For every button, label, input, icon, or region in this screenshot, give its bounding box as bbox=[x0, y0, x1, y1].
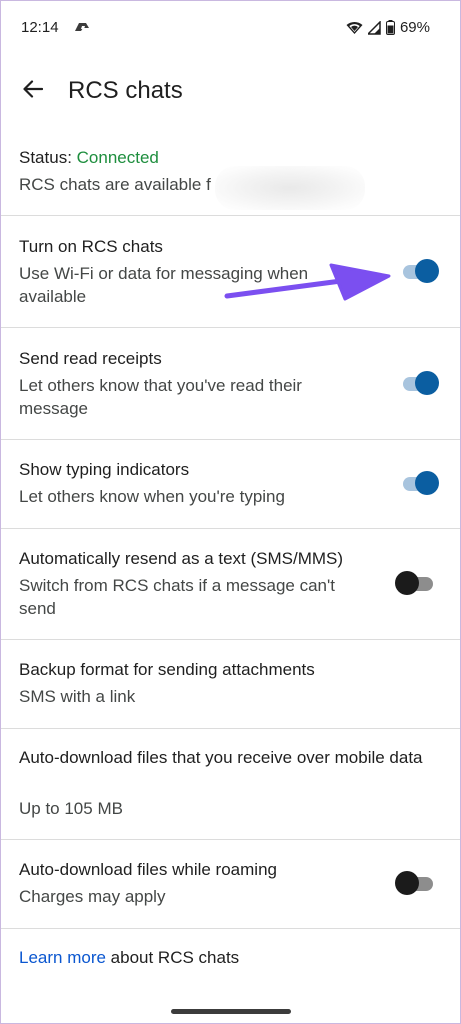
wifi-icon bbox=[346, 21, 363, 35]
auto-resend-toggle[interactable] bbox=[395, 569, 441, 597]
setting-title: Turn on RCS chats bbox=[19, 237, 163, 256]
learn-more-text: about RCS chats bbox=[105, 948, 240, 967]
home-gesture-bar[interactable] bbox=[171, 1009, 291, 1014]
status-description-text: RCS chats are available f bbox=[19, 175, 211, 194]
cloud-app-icon bbox=[73, 20, 91, 39]
battery-percent: 69% bbox=[399, 19, 430, 36]
divider bbox=[1, 928, 460, 929]
setting-subtitle: Switch from RCS chats if a message can't… bbox=[19, 576, 335, 618]
status-bar: 12:14 69% bbox=[1, 1, 460, 53]
setting-auto-download-roaming[interactable]: Auto-download files while roaming Charge… bbox=[1, 840, 460, 928]
app-bar: RCS chats bbox=[1, 63, 460, 119]
back-button[interactable] bbox=[15, 73, 51, 109]
setting-title: Auto-download files that you receive ove… bbox=[19, 748, 423, 767]
status-description: RCS chats are available f bbox=[19, 166, 439, 210]
toggle-thumb bbox=[395, 871, 419, 895]
connection-status: Status: Connected RCS chats are availabl… bbox=[19, 147, 439, 210]
setting-typing-indicators[interactable]: Show typing indicators Let others know w… bbox=[1, 440, 460, 528]
status-label: Status: bbox=[19, 148, 72, 167]
setting-auto-download-mobile[interactable]: Auto-download files that you receive ove… bbox=[1, 729, 460, 839]
learn-more-footer: Learn more about RCS chats bbox=[19, 947, 239, 969]
setting-subtitle: Let others know that you've read their m… bbox=[19, 376, 302, 418]
read-receipts-toggle[interactable] bbox=[397, 369, 441, 397]
setting-title: Automatically resend as a text (SMS/MMS) bbox=[19, 549, 344, 568]
roaming-download-toggle[interactable] bbox=[395, 869, 441, 897]
toggle-thumb bbox=[415, 471, 439, 495]
setting-auto-resend[interactable]: Automatically resend as a text (SMS/MMS)… bbox=[1, 529, 460, 639]
setting-title: Send read receipts bbox=[19, 349, 162, 368]
status-value: Connected bbox=[76, 148, 159, 167]
page-title: RCS chats bbox=[68, 77, 183, 104]
redaction-blur bbox=[215, 166, 365, 210]
arrow-left-icon bbox=[23, 79, 44, 103]
signal-icon bbox=[367, 20, 381, 35]
typing-indicators-toggle[interactable] bbox=[397, 469, 441, 497]
setting-subtitle: SMS with a link bbox=[19, 687, 136, 706]
setting-read-receipts[interactable]: Send read receipts Let others know that … bbox=[1, 328, 460, 439]
setting-title: Show typing indicators bbox=[19, 460, 190, 479]
setting-title: Backup format for sending attachments bbox=[19, 660, 315, 679]
status-indicators: 69% bbox=[346, 19, 430, 36]
annotation-arrow-icon bbox=[223, 259, 393, 306]
toggle-thumb bbox=[415, 371, 439, 395]
setting-subtitle: Up to 105 MB bbox=[19, 799, 123, 818]
setting-backup-format[interactable]: Backup format for sending attachments SM… bbox=[1, 640, 460, 728]
setting-subtitle: Charges may apply bbox=[19, 887, 166, 906]
rcs-chats-toggle[interactable] bbox=[397, 257, 441, 285]
setting-title: Auto-download files while roaming bbox=[19, 860, 277, 879]
toggle-thumb bbox=[395, 571, 419, 595]
battery-icon bbox=[385, 20, 395, 35]
status-time: 12:14 bbox=[21, 19, 59, 36]
toggle-thumb bbox=[415, 259, 439, 283]
learn-more-link[interactable]: Learn more bbox=[19, 948, 106, 967]
setting-subtitle: Let others know when you're typing bbox=[19, 487, 285, 506]
